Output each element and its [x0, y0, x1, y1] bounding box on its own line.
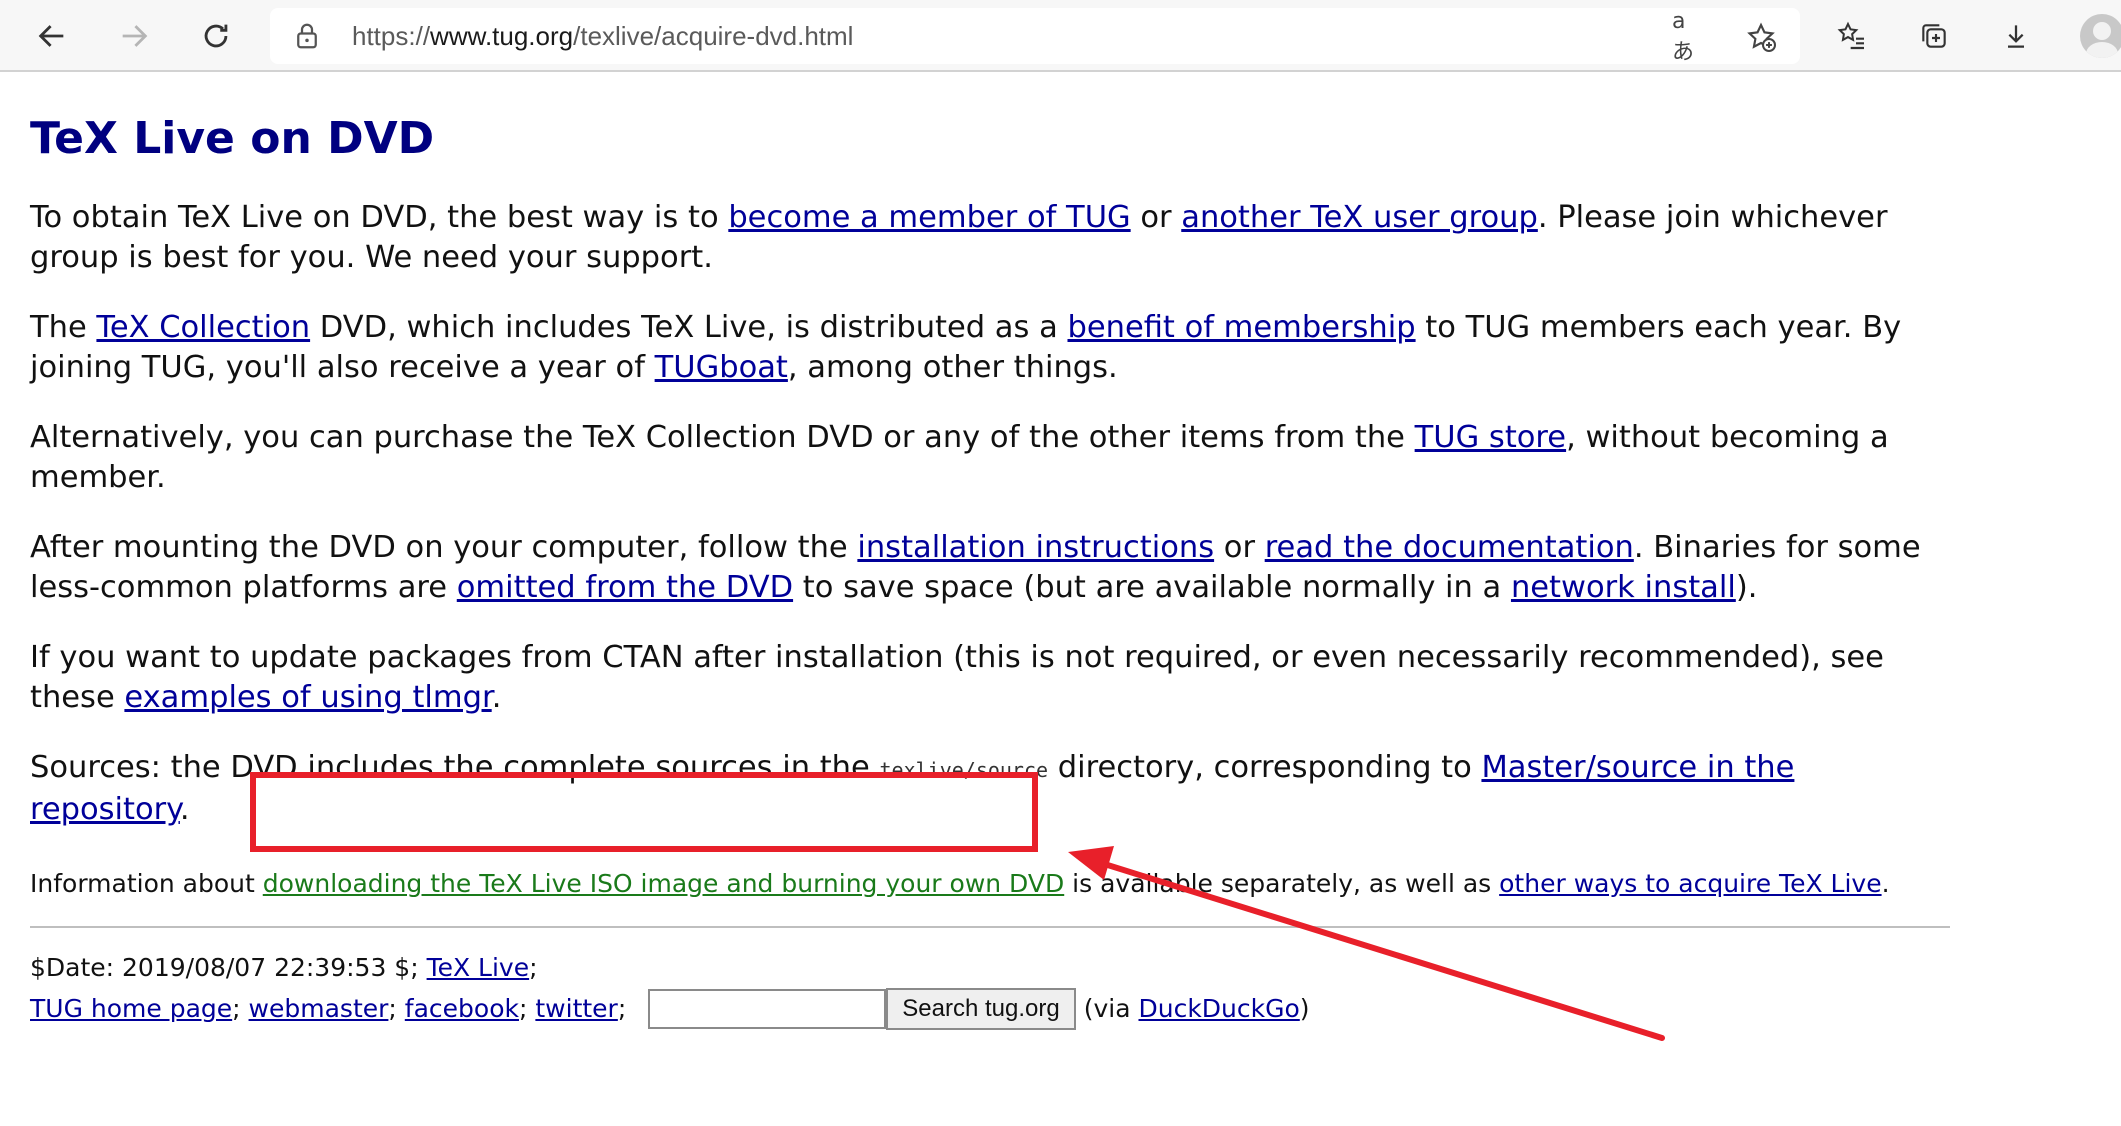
search-input[interactable]	[648, 989, 887, 1029]
add-favorite-button[interactable]	[1744, 20, 1778, 54]
arrow-left-icon	[38, 25, 64, 47]
download-icon	[2008, 25, 2024, 48]
paragraph-membership: To obtain TeX Live on DVD, the best way …	[30, 200, 1888, 275]
horizontal-rule	[30, 926, 1950, 928]
link-footer-texlive[interactable]: TeX Live	[427, 953, 530, 982]
link-other-ways[interactable]: other ways to acquire TeX Live	[1499, 869, 1881, 898]
translate-icon: aあ	[1672, 8, 1695, 65]
browser-toolbar: https://www.tug.org/texlive/acquire-dvd.…	[0, 0, 2121, 72]
refresh-icon	[204, 24, 228, 48]
profile-avatar[interactable]	[2080, 14, 2121, 58]
link-become-member[interactable]: become a member of TUG	[728, 200, 1130, 235]
url-text[interactable]: https://www.tug.org/texlive/acquire-dvd.…	[352, 8, 853, 64]
link-other-user-group[interactable]: another TeX user group	[1181, 200, 1538, 235]
star-add-icon	[1747, 22, 1776, 52]
link-tlmgr-examples[interactable]: examples of using tlmgr	[124, 680, 491, 715]
link-tug-home[interactable]: TUG home page	[30, 989, 232, 1029]
link-tug-store[interactable]: TUG store	[1415, 420, 1566, 455]
link-benefit-of-membership[interactable]: benefit of membership	[1067, 310, 1415, 345]
link-tex-collection[interactable]: TeX Collection	[96, 310, 310, 345]
link-omitted-from-dvd[interactable]: omitted from the DVD	[457, 570, 793, 605]
link-installation-instructions[interactable]: installation instructions	[857, 530, 1214, 565]
link-duckduckgo[interactable]: DuckDuckGo	[1138, 994, 1299, 1023]
link-download-iso[interactable]: downloading the TeX Live ISO image and b…	[263, 869, 1064, 898]
link-twitter[interactable]: twitter	[535, 989, 617, 1029]
paragraph-tug-store: Alternatively, you can purchase the TeX …	[30, 420, 1889, 495]
date-stamp: $Date: 2019/08/07 22:39:53 $;	[30, 953, 427, 982]
favorites-button[interactable]	[1826, 10, 1878, 62]
link-tugboat[interactable]: TUGboat	[655, 350, 788, 385]
via-label: (via DuckDuckGo)	[1083, 994, 1310, 1023]
link-facebook[interactable]: facebook	[405, 989, 519, 1029]
translate-button[interactable]: aあ	[1672, 9, 1706, 65]
page-title: TeX Live on DVD	[30, 113, 435, 164]
footer: $Date: 2019/08/07 22:39:53 $; TeX Live; …	[30, 948, 1950, 1030]
refresh-button[interactable]	[190, 10, 242, 62]
lock-icon[interactable]	[292, 21, 322, 51]
back-button[interactable]	[26, 10, 78, 62]
link-network-install[interactable]: network install	[1511, 570, 1736, 605]
paragraph-iso-info: Information about downloading the TeX Li…	[30, 869, 1890, 898]
link-read-documentation[interactable]: read the documentation	[1265, 530, 1634, 565]
link-webmaster[interactable]: webmaster	[249, 989, 389, 1029]
paragraph-installation: After mounting the DVD on your computer,…	[30, 530, 1921, 605]
page-content: TeX Live on DVD To obtain TeX Live on DV…	[30, 72, 1950, 1030]
paragraph-tlmgr: If you want to update packages from CTAN…	[30, 640, 1884, 715]
arrow-right-icon	[122, 25, 148, 47]
search-button[interactable]: Search tug.org	[886, 988, 1076, 1030]
collections-button[interactable]	[1908, 10, 1960, 62]
forward-button[interactable]	[108, 10, 160, 62]
footer-row-date: $Date: 2019/08/07 22:39:53 $; TeX Live;	[30, 953, 538, 982]
favorites-list-icon	[1837, 21, 1864, 50]
address-bar[interactable]: https://www.tug.org/texlive/acquire-dvd.…	[270, 8, 1800, 65]
collections-icon	[1922, 24, 1946, 48]
footer-row-links: TUG home page; webmaster; facebook; twit…	[30, 988, 1950, 1030]
annotation-highlight-box	[250, 772, 1038, 852]
downloads-button[interactable]	[1990, 10, 2042, 62]
paragraph-tex-collection: The TeX Collection DVD, which includes T…	[30, 310, 1902, 385]
